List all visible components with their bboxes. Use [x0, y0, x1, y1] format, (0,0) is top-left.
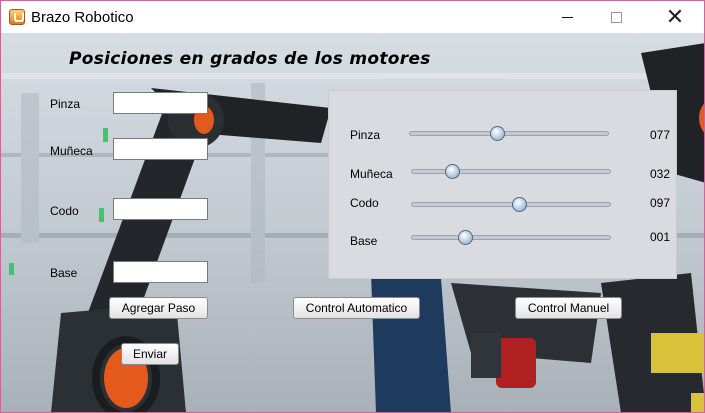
- slider-label-codo: Codo: [350, 196, 379, 210]
- main-content: Posiciones en grados de los motores Pinz…: [0, 33, 705, 413]
- pinza-slider[interactable]: [409, 126, 609, 141]
- input-label-pinza: Pinza: [50, 97, 81, 111]
- base-input[interactable]: [113, 261, 208, 283]
- slider-value-base: 001: [650, 230, 671, 244]
- title-bar: Brazo Robotico ✕: [0, 0, 705, 33]
- codo-input[interactable]: [113, 198, 208, 220]
- close-button[interactable]: ✕: [652, 1, 698, 33]
- muneca-input[interactable]: [113, 138, 208, 160]
- page-heading: Posiciones en grados de los motores: [69, 49, 431, 69]
- muneca-slider-thumb[interactable]: [444, 164, 460, 179]
- input-label-muneca: Muñeca: [50, 144, 93, 158]
- base-slider-thumb[interactable]: [458, 230, 474, 245]
- slider-value-codo: 097: [650, 196, 671, 210]
- minimize-button[interactable]: [544, 1, 590, 33]
- java-app-icon: [9, 9, 25, 25]
- slider-label-base: Base: [350, 234, 378, 248]
- pinza-slider-thumb[interactable]: [490, 126, 506, 141]
- muneca-slider[interactable]: [411, 164, 611, 179]
- control-manuel-button[interactable]: Control Manuel: [515, 297, 622, 319]
- maximize-button[interactable]: [593, 1, 639, 33]
- pinza-input[interactable]: [113, 92, 208, 114]
- slider-value-pinza: 077: [650, 128, 671, 142]
- input-label-codo: Codo: [50, 204, 79, 218]
- slider-panel: Pinza 077 Muñeca 032 Codo 097 Base 001: [328, 90, 677, 279]
- close-icon: ✕: [665, 4, 685, 29]
- codo-slider[interactable]: [411, 197, 611, 212]
- minimize-icon: [561, 16, 573, 18]
- agregar-paso-button[interactable]: Agregar Paso: [109, 297, 208, 319]
- base-slider[interactable]: [411, 230, 611, 245]
- control-automatico-button[interactable]: Control Automatico: [293, 297, 420, 319]
- slider-label-muneca: Muñeca: [350, 167, 393, 181]
- maximize-icon: [610, 11, 622, 23]
- codo-slider-thumb[interactable]: [511, 197, 527, 212]
- slider-label-pinza: Pinza: [350, 128, 381, 142]
- input-label-base: Base: [50, 266, 78, 280]
- window-title: Brazo Robotico: [31, 9, 134, 26]
- enviar-button[interactable]: Enviar: [121, 343, 179, 365]
- slider-value-muneca: 032: [650, 167, 671, 181]
